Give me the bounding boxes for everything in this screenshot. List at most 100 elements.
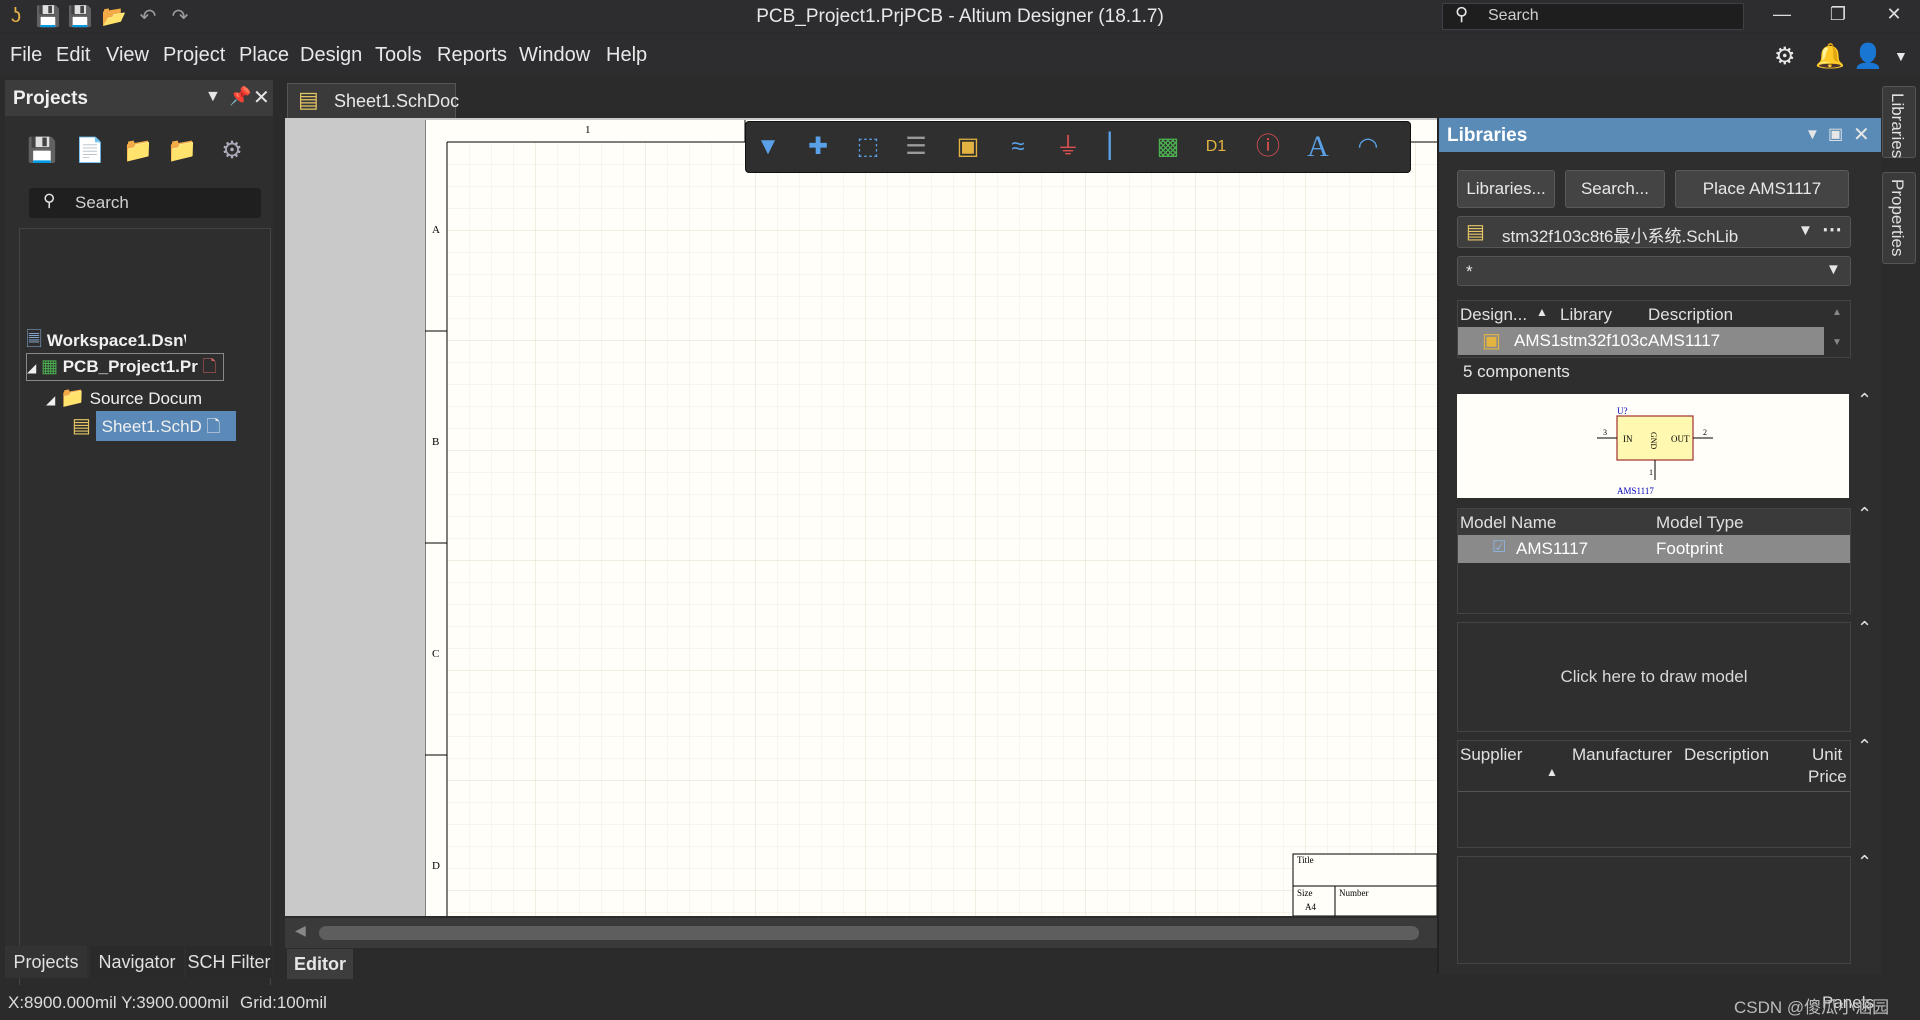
close-panel-icon[interactable]: ✕	[253, 85, 270, 110]
component-row[interactable]: ▣ AMS1 stm32f103c AMS1117	[1458, 327, 1824, 355]
global-search-input[interactable]: ⚲ Search	[1442, 3, 1744, 30]
collapse-section-icon[interactable]: ⌃	[1857, 390, 1872, 411]
menu-project[interactable]: Project	[163, 44, 225, 67]
notifications-bell-icon[interactable]: 🔔	[1815, 42, 1845, 71]
place-component-icon[interactable]: ▣	[948, 128, 988, 166]
side-tab-properties[interactable]: Properties	[1882, 172, 1916, 264]
chevron-down-icon[interactable]: ▼	[1826, 261, 1841, 278]
col-supplier-description[interactable]: Description	[1684, 745, 1769, 765]
power-port-icon[interactable]: ⏚	[1048, 128, 1088, 166]
col-unit[interactable]: Unit	[1812, 745, 1842, 765]
row-label-b: B	[432, 436, 440, 448]
copy-documents-icon[interactable]: 📄	[73, 134, 107, 168]
collapse-section-icon[interactable]: ⌃	[1857, 736, 1872, 757]
sheet-grid	[425, 120, 1437, 916]
draw-model-text[interactable]: Click here to draw model	[1458, 667, 1850, 687]
menu-help[interactable]: Help	[606, 44, 647, 67]
tab-sch-filter[interactable]: SCH Filter	[186, 946, 272, 978]
save-project-icon[interactable]: 💾	[25, 134, 59, 168]
libraries-button[interactable]: Libraries...	[1457, 170, 1555, 208]
col-library[interactable]: Library	[1560, 305, 1612, 325]
schlib-icon: ▤	[1466, 221, 1485, 243]
harness-icon[interactable]: ▏	[1098, 128, 1138, 166]
tree-item-project[interactable]: ◢ ▦ PCB_Project1.Pr 🗋	[26, 353, 224, 381]
chevron-down-icon[interactable]: ▼	[1894, 48, 1908, 64]
search-button[interactable]: Search...	[1565, 170, 1665, 208]
expand-arrow-icon[interactable]: ◢	[46, 393, 55, 407]
menu-file[interactable]: File	[10, 44, 42, 67]
settings-gear-icon[interactable]: ⚙	[1774, 42, 1796, 71]
preview-pin-2: 2	[1703, 428, 1707, 437]
col-manufacturer[interactable]: Manufacturer	[1572, 745, 1672, 765]
project-options-icon[interactable]: 📁	[165, 134, 199, 168]
menu-place[interactable]: Place	[239, 44, 289, 67]
move-crosshair-icon[interactable]: ✚	[798, 128, 838, 166]
col-description[interactable]: Description	[1648, 305, 1733, 325]
col-model-name[interactable]: Model Name	[1460, 513, 1556, 533]
cursor-coordinates: X:8900.000mil Y:3900.000mil	[8, 993, 229, 1012]
col-supplier[interactable]: Supplier	[1460, 745, 1522, 765]
directive-icon[interactable]: ⓘ	[1248, 128, 1288, 166]
user-account-icon[interactable]: 👤	[1853, 42, 1883, 71]
col-designator[interactable]: Design...	[1460, 305, 1527, 325]
panel-menu-chevron-icon[interactable]: ▼	[205, 88, 221, 106]
sheet-symbol-icon[interactable]: ▩	[1148, 128, 1188, 166]
port-d1-icon[interactable]: D1	[1196, 128, 1236, 166]
models-list: Model Name Model Type ☑ AMS1117 Footprin…	[1457, 508, 1851, 614]
align-icon[interactable]: ☰	[896, 128, 936, 166]
tab-navigator[interactable]: Navigator	[90, 946, 184, 978]
scrollbar-thumb[interactable]	[319, 926, 1419, 940]
chevron-down-icon[interactable]: ▼	[1798, 222, 1813, 239]
menu-reports[interactable]: Reports	[437, 44, 507, 67]
expand-arrow-icon[interactable]: ◢	[27, 361, 36, 375]
place-wire-icon[interactable]: ≈	[998, 128, 1038, 166]
col-model-type[interactable]: Model Type	[1656, 513, 1744, 533]
minimize-button[interactable]: —	[1762, 4, 1802, 28]
pin-icon[interactable]: ▣	[1828, 124, 1843, 144]
horizontal-scrollbar[interactable]: ◀	[285, 918, 1437, 948]
menu-view[interactable]: View	[106, 44, 149, 67]
model-row[interactable]: ☑ AMS1117 Footprint	[1458, 535, 1850, 563]
grid-size: Grid:100mil	[240, 993, 327, 1012]
col-price[interactable]: Price	[1808, 767, 1847, 787]
collapse-section-icon[interactable]: ⌃	[1857, 504, 1872, 525]
select-rectangle-icon[interactable]: ⬚	[848, 128, 888, 166]
libraries-panel-header: Libraries ▼ ▣ ✕	[1439, 118, 1881, 152]
side-tab-libraries[interactable]: Libraries	[1882, 86, 1916, 158]
panel-menu-chevron-icon[interactable]: ▼	[1805, 126, 1820, 143]
library-select[interactable]: ▤ stm32f103c8t6最小系统.SchLib ▼ ⋯	[1457, 216, 1851, 248]
project-view-icon[interactable]: 📁	[121, 134, 155, 168]
menu-window[interactable]: Window	[519, 44, 590, 67]
editor-tab[interactable]: Editor	[287, 949, 353, 979]
collapse-section-icon[interactable]: ⌃	[1857, 852, 1872, 873]
menu-tools[interactable]: Tools	[375, 44, 422, 67]
tree-item-sheet1[interactable]: ▤ Sheet1.SchD 🗋	[72, 411, 268, 441]
tab-projects[interactable]: Projects	[5, 946, 87, 978]
folder-label: Source Docum	[89, 389, 203, 408]
more-options-icon[interactable]: ⋯	[1822, 217, 1842, 242]
collapse-section-icon[interactable]: ⌃	[1857, 618, 1872, 639]
panel-settings-gear-icon[interactable]: ⚙	[215, 134, 249, 168]
model-preview-area[interactable]: Click here to draw model	[1457, 622, 1851, 732]
close-window-button[interactable]: ✕	[1874, 4, 1914, 28]
filter-icon[interactable]: ▼	[748, 128, 788, 166]
scroll-up-icon[interactable]: ▲	[1832, 307, 1842, 318]
document-tab-sheet1[interactable]: ▤ Sheet1.SchDoc	[287, 83, 460, 119]
component-filter-input[interactable]: * ▼	[1457, 256, 1851, 286]
pin-icon[interactable]: 📌	[229, 86, 251, 107]
document-tab-label: Sheet1.SchDoc	[334, 91, 460, 111]
schematic-sheet[interactable]: 1 A B C D Title Size A4 Number	[425, 120, 1437, 916]
arc-icon[interactable]: ◠	[1348, 128, 1388, 166]
menu-design[interactable]: Design	[300, 44, 362, 67]
projects-search-input[interactable]: ⚲ Search	[29, 188, 261, 218]
menu-edit[interactable]: Edit	[56, 44, 90, 67]
symbol-preview[interactable]: U? IN GND OUT 3 2 1 AMS1117	[1457, 394, 1849, 498]
restore-button[interactable]: ❐	[1818, 4, 1858, 28]
title-block-title: Title	[1297, 855, 1314, 865]
close-panel-icon[interactable]: ✕	[1853, 122, 1870, 147]
tree-item-source-documents[interactable]: ◢ 📁 Source Docum	[46, 385, 226, 410]
scroll-down-icon[interactable]: ▼	[1832, 337, 1842, 348]
scroll-left-icon[interactable]: ◀	[295, 922, 306, 939]
place-component-button[interactable]: Place AMS1117	[1675, 170, 1849, 208]
text-string-icon[interactable]: A	[1298, 128, 1338, 166]
